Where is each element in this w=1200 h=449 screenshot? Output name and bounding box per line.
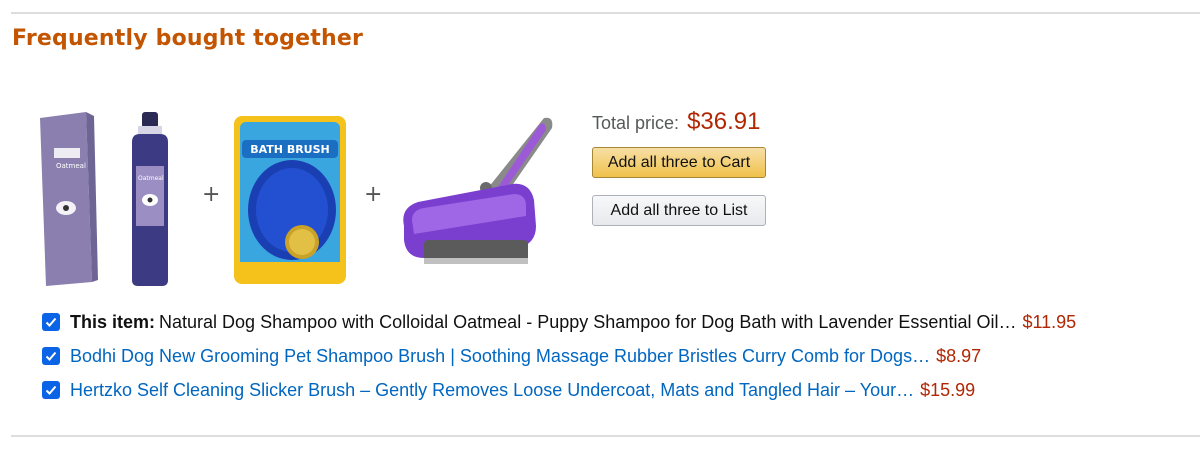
plus-separator: + (364, 182, 383, 207)
checkmark-icon (45, 385, 57, 395)
total-price-label: Total price: (592, 113, 680, 133)
list-item: Bodhi Dog New Grooming Pet Shampoo Brush… (42, 339, 1076, 373)
top-divider (11, 12, 1200, 14)
list-item: This item: Natural Dog Shampoo with Coll… (42, 305, 1076, 339)
shampoo-bottle-label: Oatmeal (138, 175, 164, 182)
shampoo-box-label: Oatmeal (56, 162, 86, 170)
brush-package-label: BATH BRUSH (250, 143, 330, 156)
product-images: Oatmeal Oatmeal + BATH BRUSH + (30, 98, 570, 298)
this-item-label: This item: (70, 311, 156, 332)
list-item: Hertzko Self Cleaning Slicker Brush – Ge… (42, 373, 1076, 407)
add-all-to-list-button[interactable]: Add all three to List (592, 195, 766, 226)
item-price: $11.95 (1022, 311, 1077, 332)
shampoo-product-image[interactable]: Oatmeal Oatmeal (36, 108, 190, 288)
item-list: This item: Natural Dog Shampoo with Coll… (42, 305, 1076, 407)
slicker-brush-product-image[interactable] (394, 108, 566, 278)
bottom-divider (11, 435, 1200, 437)
checkmark-icon (45, 317, 57, 327)
item-checkbox[interactable] (42, 381, 60, 399)
total-price: Total price: $36.91 (592, 108, 760, 136)
total-price-value: $36.91 (687, 108, 761, 135)
item-checkbox[interactable] (42, 347, 60, 365)
add-all-to-cart-button[interactable]: Add all three to Cart (592, 147, 766, 178)
item-title: Natural Dog Shampoo with Colloidal Oatme… (159, 311, 1017, 332)
item-price: $8.97 (936, 345, 982, 366)
item-price: $15.99 (920, 379, 976, 400)
bath-brush-product-image[interactable]: BATH BRUSH (230, 112, 350, 288)
plus-separator: + (202, 182, 221, 207)
section-title: Frequently bought together (12, 26, 364, 51)
item-title-link[interactable]: Bodhi Dog New Grooming Pet Shampoo Brush… (70, 346, 930, 367)
item-checkbox[interactable] (42, 313, 60, 331)
checkmark-icon (45, 351, 57, 361)
item-title-link[interactable]: Hertzko Self Cleaning Slicker Brush – Ge… (70, 380, 914, 401)
